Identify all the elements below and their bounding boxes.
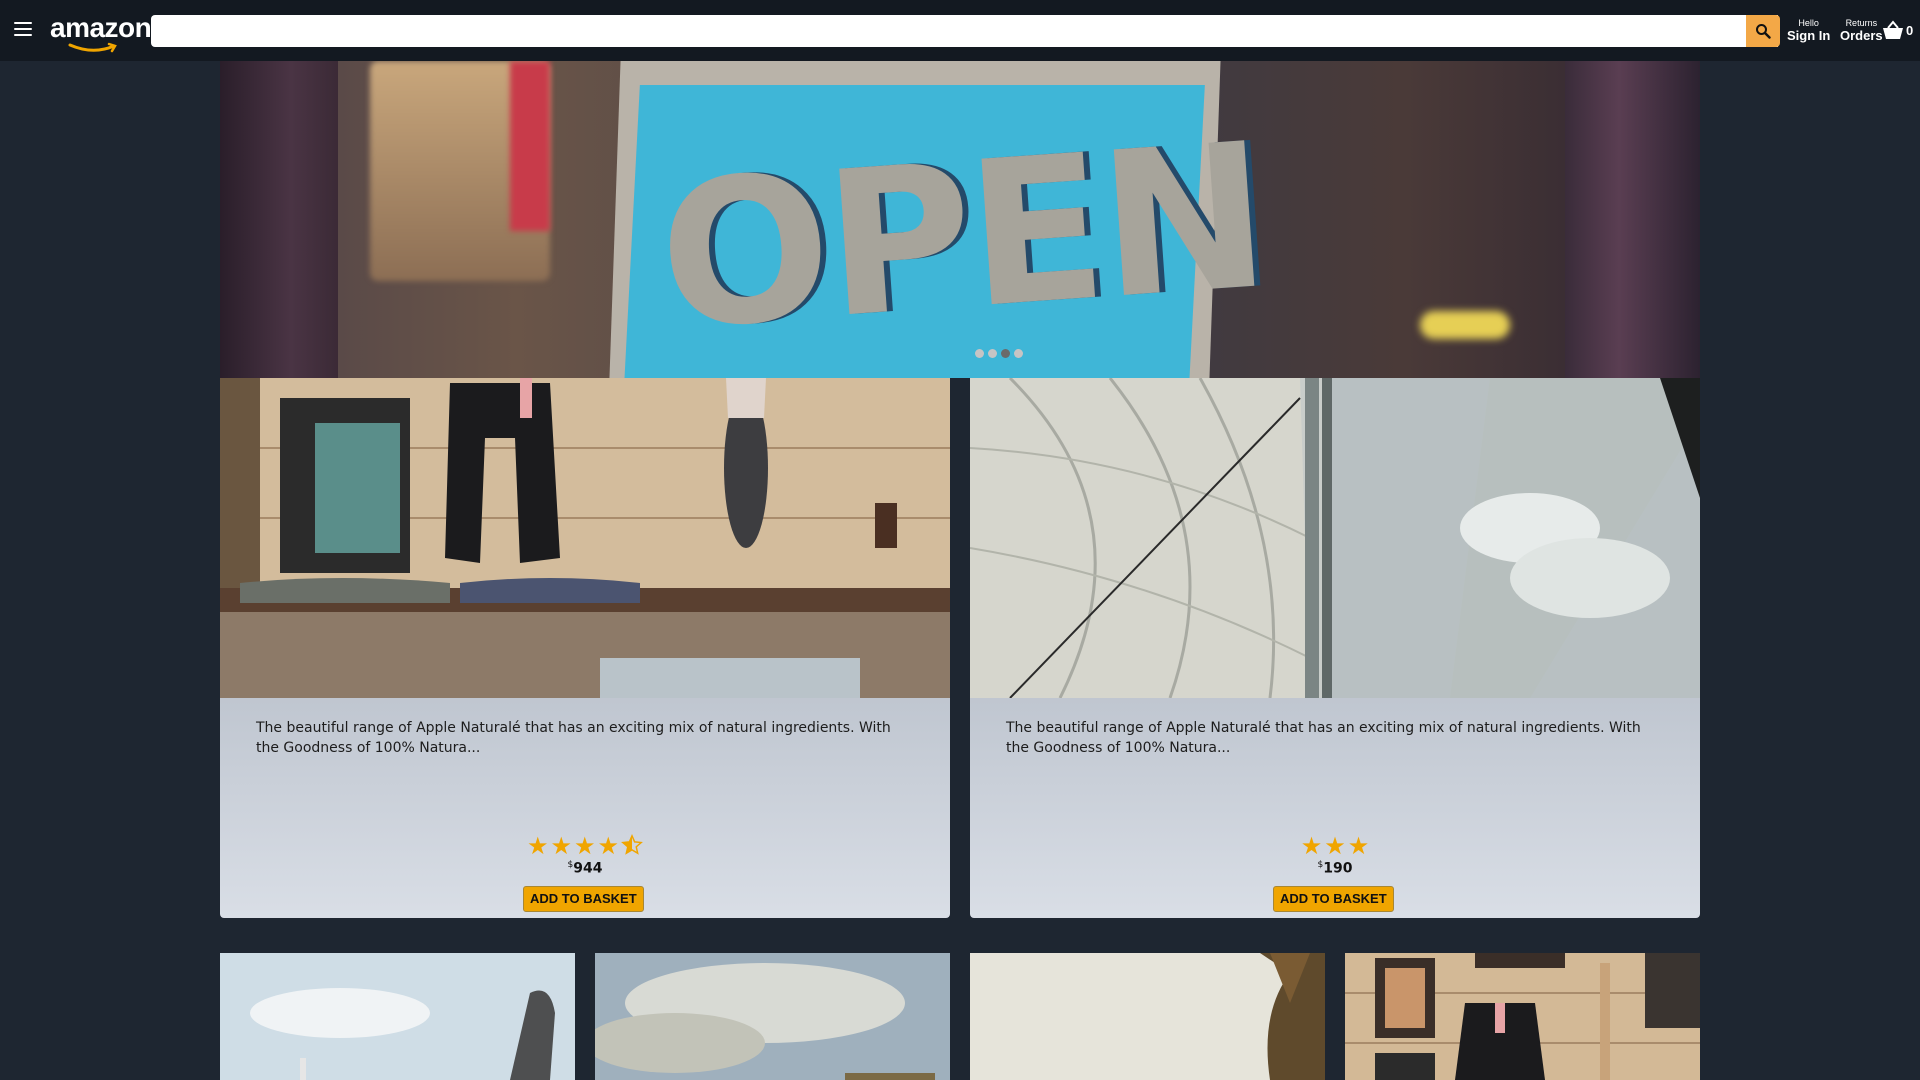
rating-stars: ★ ★ ★ — [970, 834, 1700, 858]
search-input[interactable] — [151, 15, 1778, 47]
hero-open-sign: OPEN — [652, 100, 1272, 375]
carousel-dot[interactable] — [975, 349, 984, 358]
basket-count: 0 — [1906, 22, 1914, 38]
product-thumbnail-shop-wall[interactable] — [1345, 953, 1700, 1080]
product-price: $944 — [220, 860, 950, 877]
star-half-icon — [621, 834, 643, 860]
star-full-icon: ★ — [1347, 832, 1370, 860]
returns-label: Returns — [1845, 18, 1878, 28]
hero-tag-stripe — [510, 61, 550, 231]
product-thumbnail-lake[interactable] — [970, 953, 1325, 1080]
hamburger-menu-icon[interactable] — [14, 22, 32, 38]
amazon-logo[interactable]: amazon — [50, 12, 152, 53]
search-icon — [1756, 24, 1771, 39]
add-to-basket-button[interactable]: ADD TO BASKET — [1273, 886, 1394, 912]
product-price: $190 — [970, 860, 1700, 877]
price-value: 190 — [1323, 860, 1353, 877]
price-value: 944 — [573, 860, 603, 877]
star-full-icon: ★ — [1324, 832, 1346, 860]
product-card: The beautiful range of Apple Naturalé th… — [220, 378, 950, 918]
carousel-dot[interactable] — [1014, 349, 1023, 358]
star-full-icon: ★ — [550, 832, 572, 860]
carousel-dots — [975, 349, 1023, 358]
star-full-icon: ★ — [574, 832, 596, 860]
sign-in-label: Sign In — [1787, 28, 1831, 43]
product-thumbnail-clouds[interactable] — [595, 953, 950, 1080]
product-image-shop-interior — [220, 378, 950, 698]
product-description: The beautiful range of Apple Naturalé th… — [256, 720, 891, 756]
product-image-sail — [970, 378, 1700, 698]
search-button[interactable] — [1746, 15, 1780, 47]
carousel-dot[interactable] — [988, 349, 997, 358]
basket-button[interactable]: 0 — [1882, 20, 1913, 40]
product-description: The beautiful range of Apple Naturalé th… — [1006, 720, 1641, 756]
header: amazon Hello Sign In Returns Orders 0 — [0, 0, 1920, 61]
hero-banner: OPEN — [220, 61, 1700, 378]
carousel-dot[interactable] — [1001, 349, 1010, 358]
logo-smile-icon — [68, 42, 117, 53]
product-card: The beautiful range of Apple Naturalé th… — [970, 378, 1700, 918]
nav-sign-in[interactable]: Hello Sign In — [1787, 18, 1830, 44]
sign-in-greeting: Hello — [1798, 18, 1819, 28]
logo-text: amazon — [50, 12, 152, 43]
star-full-icon: ★ — [1300, 832, 1323, 860]
rating-stars: ★ ★ ★ ★ — [220, 834, 950, 860]
orders-label: Orders — [1840, 28, 1883, 43]
nav-orders[interactable]: Returns Orders — [1840, 18, 1883, 44]
hero-door-frame-left — [220, 61, 338, 378]
basket-icon — [1883, 20, 1903, 39]
add-to-basket-button[interactable]: ADD TO BASKET — [523, 886, 644, 912]
product-thumbnail-pelican[interactable] — [220, 953, 575, 1080]
hero-door-frame-right — [1565, 61, 1700, 378]
star-full-icon: ★ — [526, 832, 549, 860]
star-full-icon: ★ — [597, 832, 620, 860]
hero-background-light — [1420, 311, 1510, 339]
